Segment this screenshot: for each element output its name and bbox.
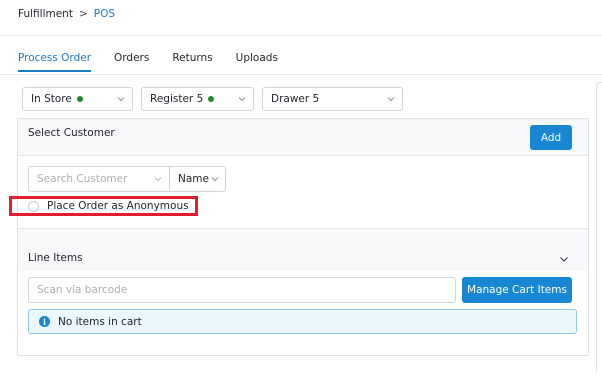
header-divider xyxy=(0,35,602,36)
location-status-dot xyxy=(76,96,83,102)
empty-cart-alert: i No items in cart xyxy=(28,309,577,334)
location-select[interactable]: In Store xyxy=(22,87,133,111)
manage-cart-items-button[interactable]: Manage Cart Items xyxy=(462,277,572,303)
add-customer-button[interactable]: Add xyxy=(530,125,572,150)
register-status-dot xyxy=(208,96,215,102)
order-panel: Select Customer Add Search Customer Name… xyxy=(17,118,589,356)
register-select[interactable]: Register 5 xyxy=(141,87,254,111)
tabs-divider xyxy=(0,74,602,75)
customer-search-placeholder: Search Customer xyxy=(37,173,128,185)
chevron-down-icon xyxy=(387,97,395,102)
tab-orders[interactable]: Orders xyxy=(114,52,149,72)
highlight-annotation xyxy=(9,196,198,216)
line-items-title: Line Items xyxy=(28,252,83,264)
barcode-placeholder: Scan via barcode xyxy=(37,284,128,296)
chevron-down-icon xyxy=(154,177,162,182)
chevron-down-icon xyxy=(238,97,246,102)
tab-process-order[interactable]: Process Order xyxy=(18,52,92,72)
breadcrumb: Fulfillment > POS xyxy=(18,8,115,20)
register-value: Register 5 xyxy=(150,93,204,105)
breadcrumb-separator: > xyxy=(78,8,88,20)
search-by-select[interactable]: Name xyxy=(169,166,226,192)
search-by-value: Name xyxy=(178,173,209,185)
customer-search-input[interactable]: Search Customer xyxy=(28,166,170,192)
side-panel xyxy=(596,82,602,372)
chevron-down-icon[interactable] xyxy=(559,254,569,264)
location-value: In Store xyxy=(31,93,72,105)
chevron-down-icon xyxy=(211,177,219,182)
drawer-select[interactable]: Drawer 5 xyxy=(262,87,403,111)
breadcrumb-fulfillment[interactable]: Fulfillment xyxy=(18,8,73,20)
breadcrumb-pos[interactable]: POS xyxy=(94,8,115,20)
line-items-header[interactable]: Line Items xyxy=(18,228,588,271)
info-icon: i xyxy=(39,316,50,327)
barcode-input[interactable]: Scan via barcode xyxy=(28,277,456,303)
tab-uploads[interactable]: Uploads xyxy=(236,52,278,72)
customer-section-title: Select Customer xyxy=(28,127,115,139)
customer-section-header: Select Customer Add xyxy=(18,119,588,156)
tab-returns[interactable]: Returns xyxy=(172,52,212,72)
empty-cart-message: No items in cart xyxy=(58,315,142,328)
drawer-value: Drawer 5 xyxy=(271,93,320,105)
tab-bar: Process Order Orders Returns Uploads xyxy=(18,52,301,72)
chevron-down-icon xyxy=(117,97,125,102)
